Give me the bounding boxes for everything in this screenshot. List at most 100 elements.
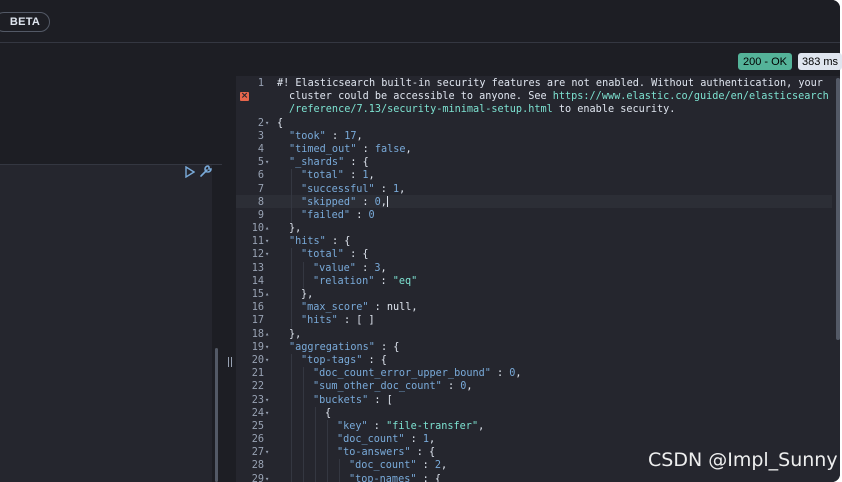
line-number: 2 (257, 117, 264, 129)
fold-toggle-icon[interactable]: ▾ (265, 248, 273, 261)
code-line: 18 ▴}, (236, 328, 836, 341)
token: : { (344, 157, 369, 169)
code-text: "key" : "file-transfer", (337, 420, 484, 433)
request-pane-header (0, 76, 222, 165)
token: { (277, 117, 284, 129)
code-text: "skipped" : 0, (301, 196, 388, 209)
token: "top-names" (349, 473, 417, 482)
code-text: "max_score" : null, (301, 301, 418, 314)
token: , (478, 420, 485, 432)
fold-toggle-icon[interactable]: ▾ (265, 156, 273, 169)
code-line: 25 "key" : "file-transfer", (236, 419, 836, 434)
indent-guide (291, 169, 292, 183)
token: 0 (368, 209, 375, 221)
fold-toggle-icon[interactable]: ▾ (265, 446, 273, 459)
token: , (368, 170, 375, 182)
indent-guide (303, 406, 304, 420)
code-text: #! Elasticsearch built-in security featu… (277, 77, 823, 90)
token: false (374, 143, 406, 155)
indent-guide (315, 406, 316, 420)
fold-toggle-icon[interactable]: ▾ (265, 341, 273, 354)
token: "timed_out" (289, 143, 357, 155)
indent-guide (291, 208, 292, 223)
token: : (416, 460, 435, 472)
token: : { (343, 249, 369, 261)
token: null (386, 302, 412, 314)
request-scrollbar[interactable] (215, 348, 218, 482)
pane-resizer[interactable] (222, 76, 236, 482)
token: , (405, 143, 412, 155)
fold-toggle-icon[interactable]: ▾ (265, 473, 273, 482)
indent-guide (291, 248, 292, 262)
line-number: 28 (251, 460, 264, 472)
indent-guide (315, 419, 316, 434)
token: to enable security. (552, 104, 676, 116)
code-text: "buckets" : [ (313, 394, 393, 407)
line-number: 22 (251, 381, 264, 393)
response-scrollbar[interactable] (836, 78, 840, 340)
request-editor[interactable] (0, 165, 212, 482)
token: }, (301, 289, 314, 300)
token: "max_score" (301, 302, 369, 314)
indent-guide (291, 195, 292, 209)
token: : { (374, 341, 400, 353)
token: https://www.elastic.co/guide/en/elastics… (552, 91, 829, 103)
line-number: 18 (251, 328, 264, 340)
indent-guide (291, 274, 292, 288)
fold-toggle-icon[interactable]: ▾ (265, 117, 273, 130)
line-number: 13 (251, 262, 264, 274)
code-text: "value" : 3, (313, 262, 387, 275)
token: "file-transfer" (386, 420, 479, 432)
token: , (466, 381, 473, 393)
fold-toggle-icon[interactable]: ▾ (265, 354, 273, 367)
line-number: 9 (257, 209, 264, 221)
play-icon[interactable] (185, 166, 195, 178)
code-text: }, (289, 328, 301, 341)
token: , (411, 302, 418, 314)
code-line: /reference/7.13/security-minimal-setup.h… (236, 103, 836, 116)
line-number: 25 (251, 420, 264, 432)
wrench-icon[interactable] (199, 164, 213, 178)
code-line: 19 ▾ "aggregations" : { (236, 341, 836, 354)
code-line: 10 ▴}, (236, 222, 836, 235)
indent-guide (303, 393, 304, 407)
line-number: 23 (251, 394, 264, 406)
code-text: }, (301, 288, 313, 301)
fold-toggle-icon[interactable]: ▴ (265, 222, 273, 235)
code-text: "to-answers" : { (337, 446, 435, 459)
code-line: 20 ▾ "top-tags" : { (236, 353, 836, 368)
fold-toggle-icon[interactable]: ▴ (265, 328, 273, 341)
token: "successful" (301, 183, 375, 195)
code-text: "total" : { (301, 248, 368, 261)
token: "hits" (301, 315, 338, 327)
indent-guide (291, 314, 292, 328)
watermark: CSDN @Impl_Sunny (648, 449, 838, 471)
response-editor[interactable]: 1 #! Elasticsearch built-in security feat… (236, 77, 836, 482)
token: "hits" (289, 236, 326, 248)
token: : (356, 196, 375, 208)
token: : { (416, 473, 442, 482)
code-line: 24 ▾ { (236, 406, 836, 420)
line-number: 7 (257, 183, 264, 195)
token: "top-tags" (301, 354, 363, 366)
token: "key" (337, 420, 368, 432)
response-status-bar (0, 43, 840, 76)
fold-toggle-icon[interactable]: ▴ (265, 288, 273, 301)
indent-guide (315, 472, 316, 482)
token: : { (325, 236, 351, 248)
code-line: 14 "relation" : "eq" (236, 274, 836, 288)
token: "value" (313, 262, 356, 274)
token: , (356, 130, 363, 142)
token: "total" (301, 170, 344, 182)
code-text: /reference/7.13/security-minimal-setup.h… (289, 103, 675, 116)
code-line: 9 "failed" : 0 (236, 208, 836, 223)
code-line: 23 ▾ "buckets" : [ (236, 393, 836, 407)
fold-toggle-icon[interactable]: ▾ (265, 235, 273, 248)
line-number: 8 (257, 196, 264, 208)
indent-guide (315, 433, 316, 447)
fold-toggle-icon[interactable]: ▾ (265, 407, 273, 420)
resizer-grip-icon[interactable] (228, 357, 232, 367)
text-cursor (386, 196, 388, 208)
code-line: 6 "total" : 1, (236, 169, 836, 183)
fold-toggle-icon[interactable]: ▾ (265, 394, 273, 407)
